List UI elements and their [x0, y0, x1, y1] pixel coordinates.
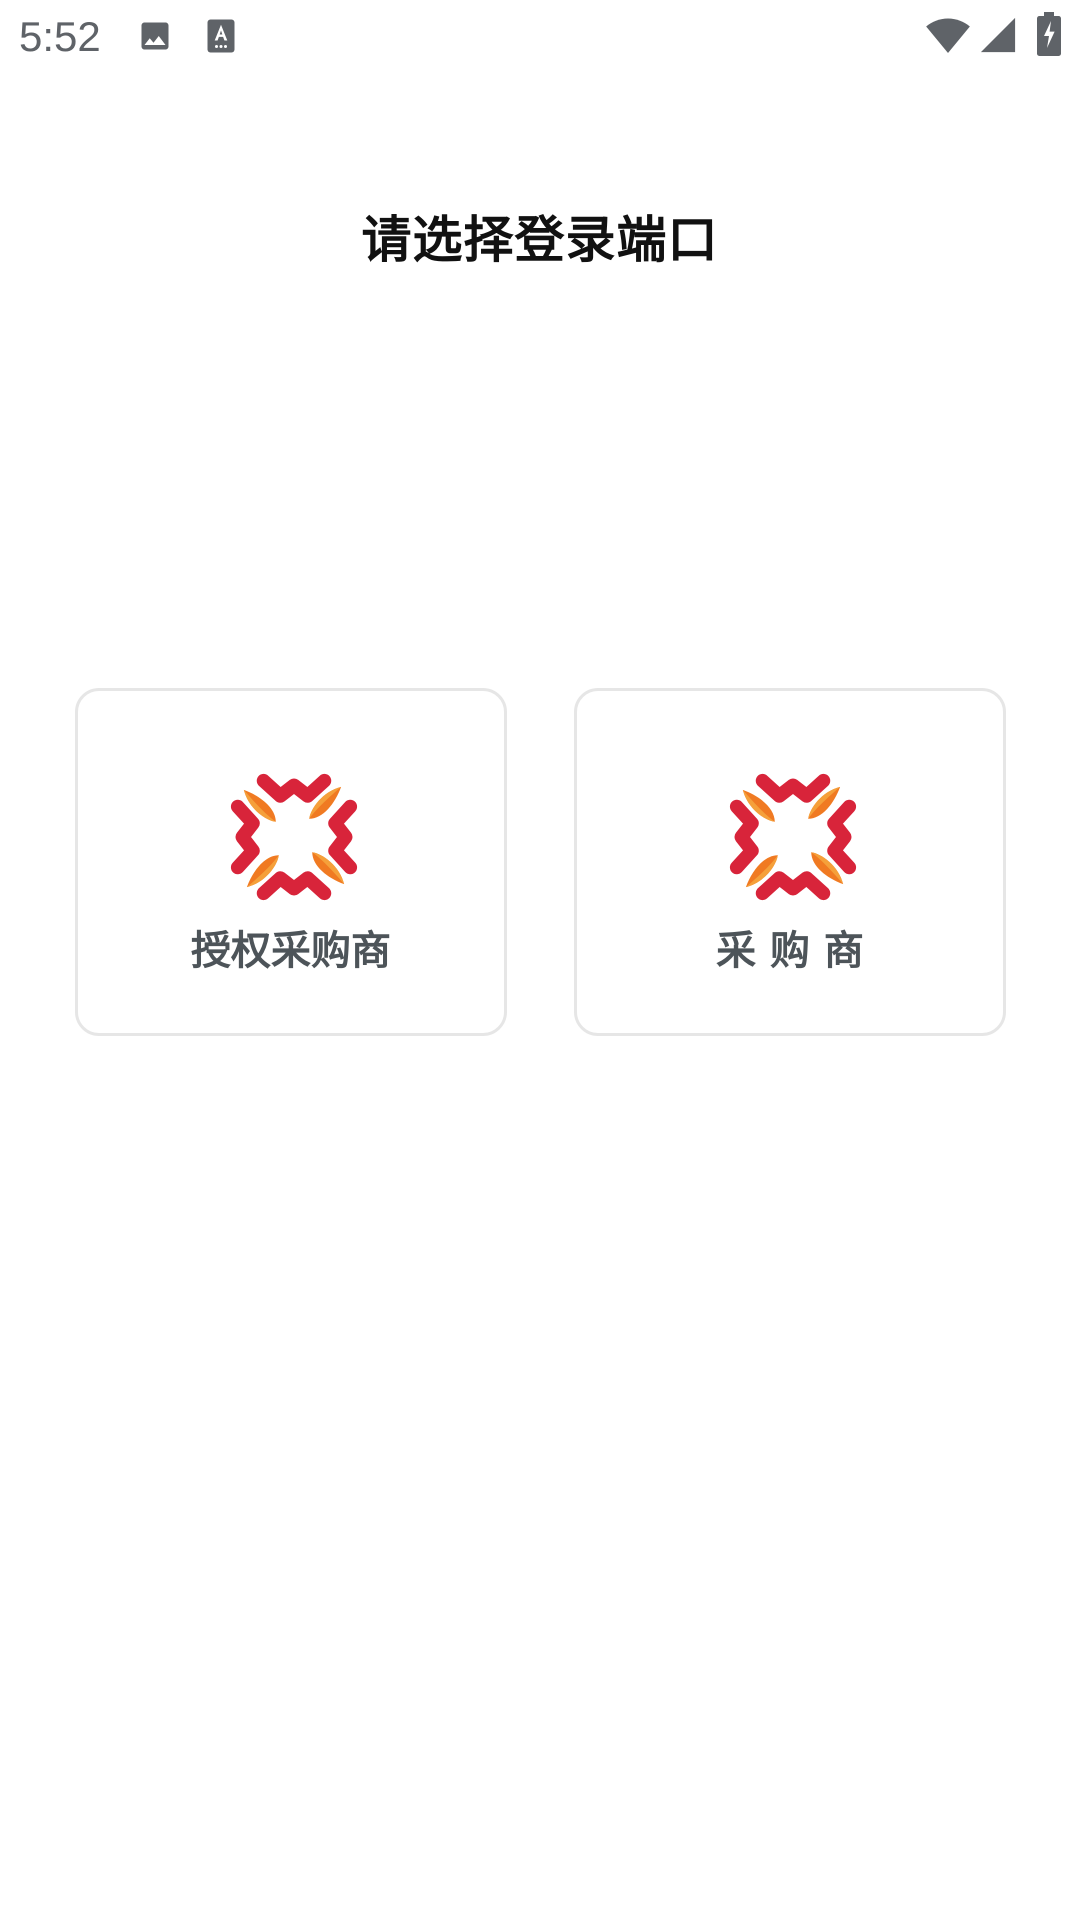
buyer-label: 采 购 商: [716, 928, 864, 974]
image-icon: [141, 22, 169, 50]
status-time: 5:52: [19, 13, 101, 60]
pinwheel-heart-logo: [717, 761, 869, 913]
cell-signal-icon: [980, 17, 1016, 53]
authorized-buyer-label: 授权采购商: [191, 928, 391, 974]
buyer-card[interactable]: 采 购 商: [574, 688, 1006, 1036]
login-portal-screen: 5:52 请选择登录端口 授权采购商 采 购 商: [0, 0, 1080, 1920]
pinwheel-heart-logo: [218, 761, 370, 913]
status-bar: 5:52: [0, 0, 1080, 74]
wifi-icon: [926, 18, 970, 54]
a11y-text-icon: [207, 19, 235, 53]
page-title: 请选择登录端口: [361, 211, 719, 269]
battery-charging-icon: [1037, 12, 1061, 56]
authorized-buyer-card[interactable]: 授权采购商: [75, 688, 507, 1036]
